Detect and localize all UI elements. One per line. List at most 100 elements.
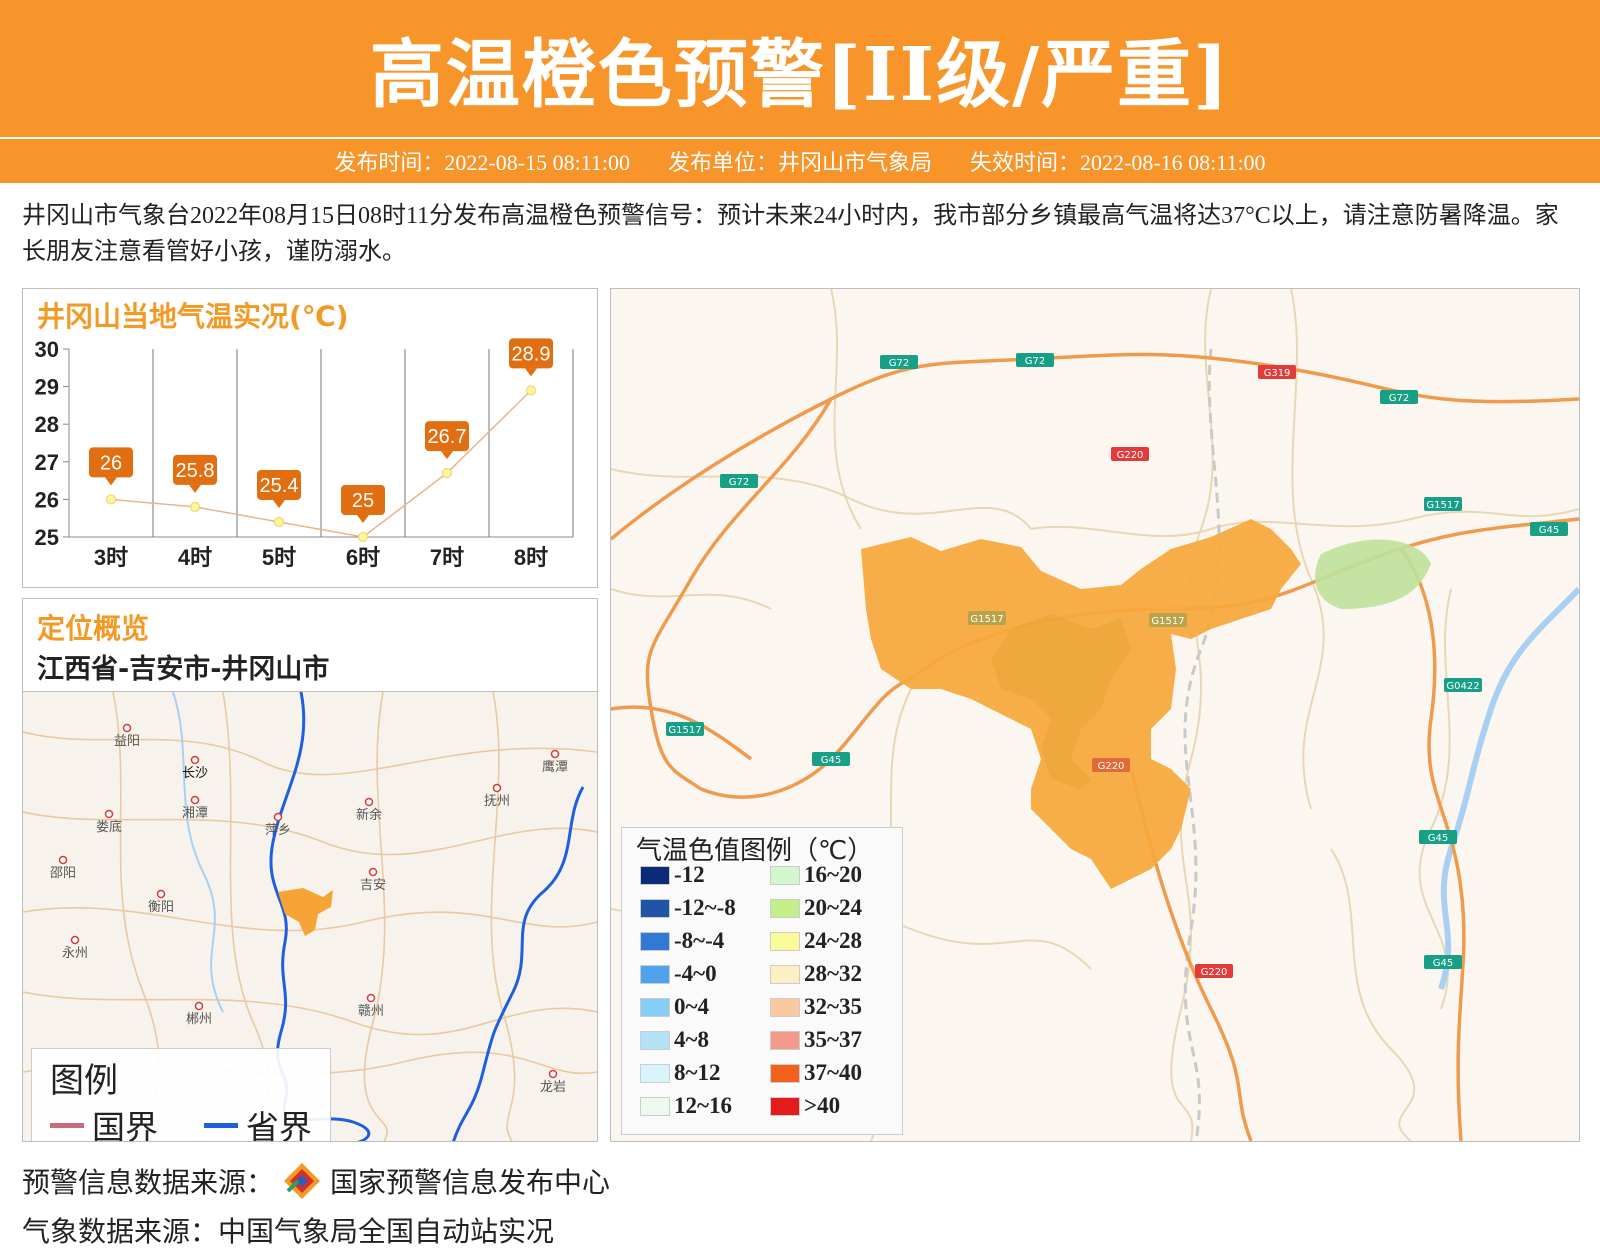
data-point (106, 494, 116, 505)
national-border-legend: 国界 (50, 1101, 158, 1141)
data-label-pointer (189, 484, 201, 493)
data-label-text: 28.9 (512, 343, 551, 365)
temperature-legend-swatch (640, 865, 670, 885)
city-marker (273, 812, 283, 822)
data-label: 26.7 (425, 421, 469, 460)
temperature-legend-label: 20~24 (804, 895, 862, 920)
info-bar: 发布时间：2022-08-15 08:11:00 发布单位：井冈山市气象局 失效… (0, 139, 1600, 183)
minor-road (1330, 848, 1416, 1141)
city-label: 吉安 (360, 878, 386, 893)
city-label: 邵阳 (50, 866, 76, 881)
temperature-legend-item: 16~20 (770, 862, 862, 888)
province-border-swatch (204, 1122, 238, 1128)
temperature-legend-label: 32~35 (804, 994, 862, 1019)
road-shield-label: G220 (1201, 967, 1228, 978)
warning-center-name: 国家预警信息发布中心 (330, 1166, 611, 1199)
highway-line (611, 352, 1579, 541)
road-shield-label: G45 (1433, 958, 1453, 969)
temperature-legend-item: -8~-4 (640, 928, 724, 954)
temperature-legend-item: 8~12 (640, 1060, 720, 1086)
temperature-legend-swatch (770, 898, 800, 918)
warning-source-line: 预警信息数据来源： 国家预警信息发布中心 (22, 1161, 610, 1201)
data-label-pointer (273, 499, 285, 508)
data-label: 25.4 (257, 469, 301, 508)
city-marker (190, 795, 200, 805)
data-label-pointer (357, 515, 369, 523)
temperature-legend-swatch (770, 931, 800, 951)
city-marker (70, 935, 80, 945)
road-shield: G319 (1258, 365, 1296, 379)
temperature-legend-swatch (640, 1063, 670, 1083)
temperature-legend-label: 0~4 (674, 994, 709, 1019)
road-shield-label: G45 (821, 755, 841, 766)
road-shield-label: G1517 (1426, 500, 1459, 511)
x-tick-label: 8时 (514, 545, 548, 570)
overview-map[interactable]: 益阳 长沙 湘潭 鹰潭 抚州 萍乡 新余 娄底 邵阳 吉安 衡阳 永州 赣州 郴州 龙岩 图例 国界 省界 (23, 691, 597, 1141)
x-tick-label: 4时 (178, 545, 212, 570)
temperature-legend-item: 35~37 (770, 1027, 862, 1053)
temperature-legend-swatch (640, 931, 670, 951)
header-banner: 高温橙色预警[II级/严重] (0, 0, 1600, 137)
x-tick-label: 5时 (262, 545, 296, 570)
temperature-legend-label: >40 (804, 1093, 841, 1118)
weather-source-line: 气象数据来源：中国气象局全国自动站实况 (22, 1210, 554, 1250)
temperature-legend-label: -12 (674, 862, 705, 887)
temperature-legend-label: 4~8 (674, 1027, 709, 1052)
main-map-panel[interactable]: G72 G72 G319 G72 G220 G72 G1517 G45 G1517 G1517 G0… (610, 288, 1580, 1142)
data-label-text: 26.7 (428, 426, 467, 448)
temperature-legend-label: 35~37 (804, 1027, 862, 1052)
city-marker (104, 809, 114, 819)
temperature-legend-item: 20~24 (770, 895, 862, 921)
temperature-legend-item: -4~0 (640, 961, 717, 987)
road-shield-label: G220 (1117, 450, 1144, 461)
temperature-legend-item: 0~4 (640, 994, 709, 1020)
warning-source-label: 预警信息数据来源： (22, 1166, 275, 1199)
road-shield: G1517 (666, 722, 704, 736)
road-shield: G0422 (1444, 678, 1482, 692)
temperature-panel: 井冈山当地气温实况(℃) 25 26 27 28 29 30 3时 4时 5时 6时 7时 8时 26 2… (22, 288, 598, 588)
city-label: 永州 (62, 946, 88, 961)
temperature-legend-item: 28~32 (770, 961, 862, 987)
road-shield: G220 (1111, 447, 1149, 461)
x-tick-label: 7时 (430, 545, 464, 570)
temperature-legend-label: 24~28 (804, 928, 862, 953)
temperature-legend-label: 37~40 (804, 1060, 862, 1085)
highway-line (700, 677, 912, 799)
data-label: 28.9 (509, 338, 553, 377)
warning-center-logo-icon (284, 1163, 321, 1199)
y-tick-label: 26 (35, 487, 59, 512)
city-label: 湘潭 (182, 806, 208, 821)
temperature-legend-item: 37~40 (770, 1060, 862, 1086)
city-marker (492, 783, 502, 793)
y-tick-label: 30 (35, 337, 59, 362)
temperature-legend-label: 8~12 (674, 1060, 721, 1085)
city-label: 新余 (356, 807, 382, 823)
city-label: 鹰潭 (542, 759, 568, 775)
city-marker (122, 723, 132, 733)
road-shield: G72 (720, 474, 758, 488)
temperature-legend-swatch (640, 964, 670, 984)
road-shield: G45 (1530, 522, 1568, 536)
data-point (526, 385, 536, 396)
road-shield-label: G319 (1264, 368, 1291, 379)
city-marker (190, 755, 200, 765)
temperature-chart: 25 26 27 28 29 30 3时 4时 5时 6时 7时 8时 26 25.8 25.4 25 26.7… (35, 337, 574, 570)
temperature-legend-label: 12~16 (674, 1093, 732, 1118)
temperature-legend-item: -12 (640, 862, 705, 888)
green-area (1315, 539, 1431, 609)
data-point (358, 532, 368, 542)
data-label-text: 25.8 (176, 460, 215, 482)
temperature-legend-swatch (770, 1063, 800, 1083)
road-line (363, 691, 388, 1141)
road-shield-label: G45 (1539, 525, 1559, 536)
y-tick-label: 25 (35, 525, 59, 550)
city-marker (550, 749, 560, 759)
x-tick-label: 3时 (94, 545, 128, 570)
river-line (1438, 586, 1579, 990)
road-shield: G1517 (1424, 497, 1462, 511)
city-label: 益阳 (114, 734, 140, 749)
road-shield-label: G220 (1098, 761, 1125, 772)
temperature-legend-swatch (770, 865, 800, 885)
city-marker (548, 1069, 558, 1079)
city-marker (194, 1001, 204, 1011)
